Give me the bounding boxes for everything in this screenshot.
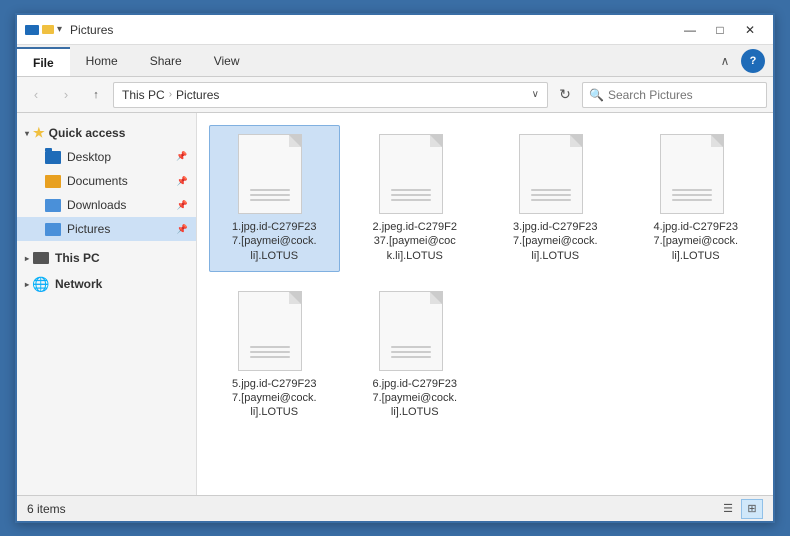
file-name-1: 1.jpg.id-C279F237.[paymei@cock.li].LOTUS — [232, 220, 317, 263]
file-item[interactable]: 2.jpeg.id-C279F237.[paymei@cock.li].LOTU… — [350, 125, 481, 272]
title-bar-icon: ▾ — [25, 24, 62, 35]
address-bar: ‹ › ↑ This PC › Pictures ∨ ↻ 🔍 — [17, 77, 773, 113]
icon-view-button[interactable]: ⊞ — [741, 499, 763, 519]
file-icon-5 — [238, 291, 310, 371]
breadcrumb-sep-1: › — [169, 89, 172, 100]
file-icon-6 — [379, 291, 451, 371]
file-name-3: 3.jpg.id-C279F237.[paymei@cock.li].LOTUS — [513, 220, 598, 263]
quick-access-star-icon: ★ — [33, 125, 45, 141]
tab-share[interactable]: Share — [134, 45, 198, 76]
chevron-right-network-icon: ▸ — [25, 280, 29, 289]
file-item[interactable]: 6.jpg.id-C279F237.[paymei@cock.li].LOTUS — [350, 282, 481, 429]
breadcrumb-pictures[interactable]: Pictures — [176, 88, 219, 102]
file-name-2: 2.jpeg.id-C279F237.[paymei@cock.li].LOTU… — [373, 220, 457, 263]
sidebar-item-downloads[interactable]: Downloads 📌 — [17, 193, 196, 217]
ribbon-right: ∧ ? — [713, 45, 773, 76]
title-bar: ▾ Pictures — □ ✕ — [17, 15, 773, 45]
sidebar-quick-access[interactable]: ▾ ★ Quick access — [17, 121, 196, 145]
file-item[interactable]: 1.jpg.id-C279F237.[paymei@cock.li].LOTUS — [209, 125, 340, 272]
network-label: Network — [55, 277, 102, 291]
main-content: ▾ ★ Quick access Desktop 📌 Documents 📌 D… — [17, 113, 773, 495]
sidebar-item-documents-label: Documents — [67, 174, 128, 188]
status-bar: 6 items ☰ ⊞ — [17, 495, 773, 521]
ribbon-help-icon[interactable]: ? — [741, 49, 765, 73]
back-button[interactable]: ‹ — [23, 82, 49, 108]
ribbon-collapse-icon[interactable]: ∧ — [713, 49, 737, 73]
sidebar-item-downloads-label: Downloads — [67, 198, 126, 212]
file-grid: 1.jpg.id-C279F237.[paymei@cock.li].LOTUS — [209, 125, 761, 429]
file-item[interactable]: 3.jpg.id-C279F237.[paymei@cock.li].LOTUS — [490, 125, 621, 272]
search-input[interactable] — [608, 88, 763, 102]
forward-button[interactable]: › — [53, 82, 79, 108]
tab-file[interactable]: File — [17, 47, 70, 76]
refresh-button[interactable]: ↻ — [552, 82, 578, 108]
search-icon: 🔍 — [589, 88, 604, 102]
window-title: Pictures — [70, 23, 675, 37]
pictures-folder-icon — [45, 223, 61, 236]
pin-icon-docs: 📌 — [177, 176, 188, 187]
address-path[interactable]: This PC › Pictures ∨ — [113, 82, 548, 108]
status-item-count: 6 items — [27, 502, 717, 516]
address-chevron-icon[interactable]: ∨ — [532, 89, 539, 100]
file-item[interactable]: 4.jpg.id-C279F237.[paymei@cock.li].LOTUS — [631, 125, 762, 272]
file-icon-4 — [660, 134, 732, 214]
maximize-button[interactable]: □ — [705, 16, 735, 44]
documents-folder-icon — [45, 175, 61, 188]
title-bar-arrow[interactable]: ▾ — [57, 24, 62, 35]
search-box[interactable]: 🔍 — [582, 82, 767, 108]
file-icon-3 — [519, 134, 591, 214]
network-icon: 🌐 — [33, 278, 49, 290]
sidebar-item-documents[interactable]: Documents 📌 — [17, 169, 196, 193]
file-name-6: 6.jpg.id-C279F237.[paymei@cock.li].LOTUS — [372, 377, 457, 420]
quick-access-label: Quick access — [49, 126, 126, 140]
breadcrumb-this-pc[interactable]: This PC — [122, 88, 165, 102]
tab-home[interactable]: Home — [70, 45, 134, 76]
sidebar-item-desktop[interactable]: Desktop 📌 — [17, 145, 196, 169]
desktop-folder-icon — [45, 151, 61, 164]
computer-icon — [33, 252, 49, 264]
pin-icon-downloads: 📌 — [177, 200, 188, 211]
file-name-5: 5.jpg.id-C279F237.[paymei@cock.li].LOTUS — [232, 377, 317, 420]
sidebar-network[interactable]: ▸ 🌐 Network — [17, 273, 196, 295]
chevron-right-icon: ▸ — [25, 254, 29, 263]
list-view-button[interactable]: ☰ — [717, 499, 739, 519]
downloads-folder-icon — [45, 199, 61, 212]
file-area: 1.jpg.id-C279F237.[paymei@cock.li].LOTUS — [197, 113, 773, 441]
close-button[interactable]: ✕ — [735, 16, 765, 44]
this-pc-label: This PC — [55, 251, 100, 265]
minimize-button[interactable]: — — [675, 16, 705, 44]
file-icon-2 — [379, 134, 451, 214]
up-button[interactable]: ↑ — [83, 82, 109, 108]
sidebar-this-pc[interactable]: ▸ This PC — [17, 247, 196, 269]
chevron-down-icon: ▾ — [25, 129, 29, 138]
sidebar-item-pictures-label: Pictures — [67, 222, 110, 236]
tab-view[interactable]: View — [198, 45, 256, 76]
title-bar-controls: — □ ✕ — [675, 16, 765, 44]
file-name-4: 4.jpg.id-C279F237.[paymei@cock.li].LOTUS — [653, 220, 738, 263]
ribbon: File Home Share View ∧ ? — [17, 45, 773, 77]
pin-icon: 📌 — [176, 151, 188, 163]
view-toggle: ☰ ⊞ — [717, 499, 763, 519]
file-item[interactable]: 5.jpg.id-C279F237.[paymei@cock.li].LOTUS — [209, 282, 340, 429]
pin-icon-pictures: 📌 — [177, 224, 188, 235]
file-area-wrapper: 1.jpg.id-C279F237.[paymei@cock.li].LOTUS — [197, 113, 773, 495]
file-icon-1 — [238, 134, 310, 214]
sidebar-item-pictures[interactable]: Pictures 📌 — [17, 217, 196, 241]
sidebar: ▾ ★ Quick access Desktop 📌 Documents 📌 D… — [17, 113, 197, 495]
sidebar-item-desktop-label: Desktop — [67, 150, 111, 164]
